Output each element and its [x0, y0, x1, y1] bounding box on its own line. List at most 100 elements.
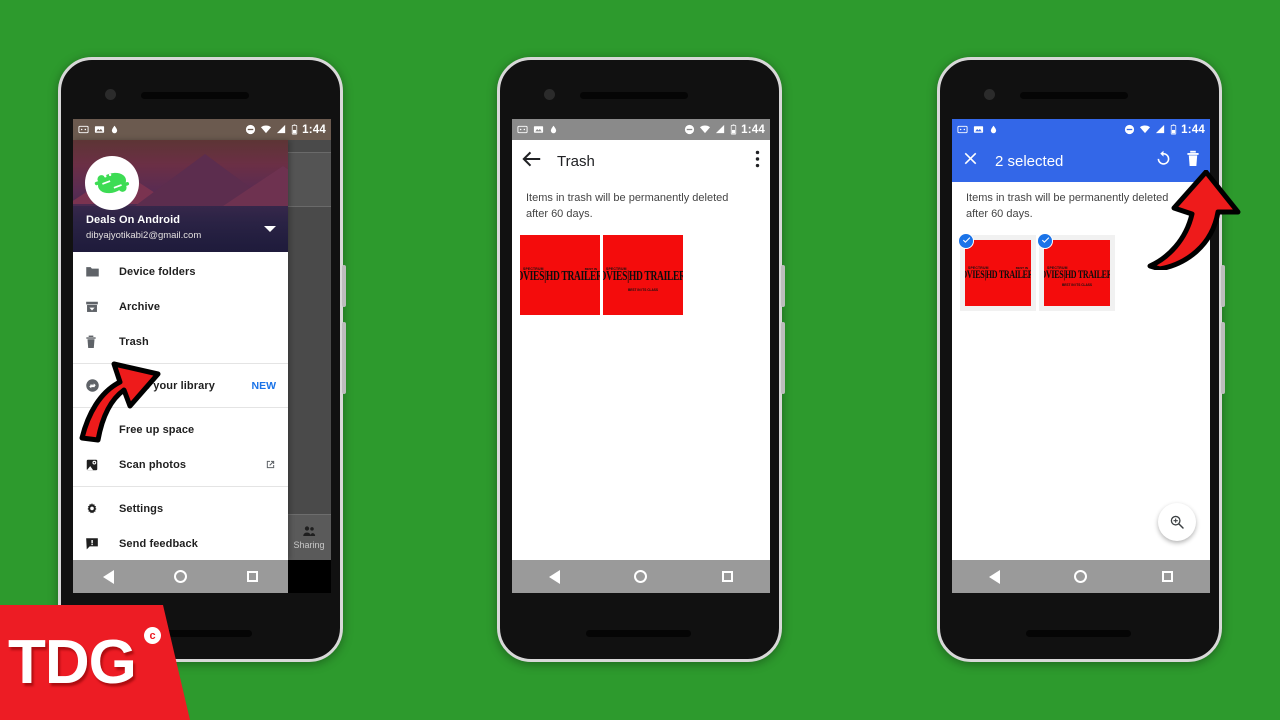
thumbnail-item[interactable]: SPECTRUM BEST IN OVIES|HD TRAILERS|MOVIE… — [520, 234, 600, 315]
avatar[interactable] — [85, 156, 139, 210]
archive-icon — [85, 300, 119, 314]
selected-check-icon[interactable] — [1037, 232, 1053, 249]
power-button[interactable] — [342, 265, 346, 307]
wifi-icon — [700, 125, 711, 134]
trash-thumbnail-grid: SPECTRUM BEST IN OVIES|HD TRAILERS|MOVIE… — [952, 223, 1210, 311]
watermark-text: TDG — [8, 628, 137, 697]
thumbnail-image: SPECTRUM BEST IN OVIES|HD TRAILERS|MOVIE… — [965, 239, 1031, 306]
nav-recents-button[interactable] — [247, 571, 258, 582]
phone-device-1: 1:44 Sharing Deals On Android dibyajyoti… — [58, 57, 346, 662]
menu-item-share-your-library[interactable]: Share your library NEW — [73, 368, 288, 403]
volume-button[interactable] — [781, 322, 785, 394]
free-up-space-icon — [85, 423, 119, 437]
nav-back-button[interactable] — [103, 569, 114, 584]
do-not-disturb-icon — [1125, 124, 1135, 135]
menu-label: Free up space — [119, 423, 195, 436]
menu-item-send-feedback[interactable]: Send feedback — [73, 526, 288, 560]
android-navigation-bar — [952, 560, 1210, 593]
earpiece-speaker — [141, 92, 249, 99]
thumbnail-item-selected[interactable]: SPECTRUM BEST IN OVIES|HD TRAILERS|MOVIE… — [958, 232, 1036, 311]
restore-icon[interactable] — [1155, 150, 1172, 172]
phone-2-screen: 1:44 Trash Items in trash will be perman… — [512, 119, 770, 593]
battery-icon — [1171, 124, 1177, 135]
volume-button[interactable] — [1221, 322, 1225, 394]
chevron-down-icon[interactable] — [264, 226, 276, 232]
power-button[interactable] — [1221, 265, 1225, 307]
search-fab-button[interactable] — [1158, 503, 1196, 541]
thumb-sub-text: BEST IN ITS CLASS — [627, 287, 659, 292]
image-icon — [973, 126, 984, 133]
app-bar: Trash — [512, 140, 770, 182]
back-arrow-icon[interactable] — [522, 151, 541, 172]
close-icon[interactable] — [962, 150, 979, 172]
more-vert-icon[interactable] — [755, 150, 760, 173]
nav-home-button[interactable] — [1074, 570, 1088, 583]
nav-back-button[interactable] — [989, 569, 1001, 584]
selection-count-title: 2 selected — [995, 152, 1064, 170]
android-logo-icon — [94, 172, 130, 194]
menu-badge-new: NEW — [251, 379, 277, 392]
battery-icon — [292, 124, 298, 135]
volume-button[interactable] — [342, 322, 346, 394]
nav-home-button[interactable] — [174, 570, 187, 583]
nav-recents-button[interactable] — [1161, 571, 1173, 582]
thumb-main-text: OVIES|HD TRAILERS|MOVIE RA — [1044, 268, 1110, 282]
menu-item-device-folders[interactable]: Device folders — [73, 254, 288, 289]
status-bar-time: 1:44 — [741, 123, 765, 136]
android-navigation-bar — [73, 560, 331, 593]
nav-home-button[interactable] — [634, 570, 648, 583]
nav-recents-button[interactable] — [721, 571, 733, 582]
status-bar: 1:44 — [73, 119, 331, 140]
menu-item-scan-photos[interactable]: Scan photos — [73, 447, 288, 482]
signal-icon — [1156, 124, 1165, 134]
front-camera-icon — [544, 89, 555, 100]
earpiece-speaker — [580, 92, 688, 99]
trash-thumbnail-grid: SPECTRUM BEST IN OVIES|HD TRAILERS|MOVIE… — [512, 223, 770, 315]
trash-icon — [85, 335, 119, 349]
scan-photos-icon — [85, 458, 119, 472]
thumb-sub-text: BEST IN ITS CLASS — [1061, 283, 1093, 288]
status-bar: 1:44 — [952, 119, 1210, 140]
header-shade — [73, 206, 288, 252]
earpiece-speaker — [1020, 92, 1128, 99]
share-library-icon — [85, 378, 119, 393]
thumb-main-text: OVIES|HD TRAILERS|MOVIE RA — [603, 269, 683, 284]
menu-label: Settings — [119, 502, 164, 515]
menu-divider — [73, 407, 288, 408]
phone-1-screen: 1:44 Sharing Deals On Android dibyajyoti… — [73, 119, 331, 593]
search-zoom-icon — [1170, 515, 1184, 529]
trash-retention-note: Items in trash will be permanently delet… — [526, 192, 729, 220]
copyright-icon: c — [144, 627, 161, 644]
menu-label: Archive — [119, 300, 161, 313]
signal-icon — [277, 124, 286, 134]
status-bar: 1:44 — [512, 119, 770, 140]
menu-label: Share your library — [119, 379, 215, 392]
account-email: dibyajyotikabi2@gmail.com — [86, 230, 202, 241]
do-not-disturb-icon — [246, 124, 256, 135]
front-camera-icon — [105, 89, 116, 100]
menu-item-free-up-space[interactable]: Free up space — [73, 412, 288, 447]
droplet-icon — [111, 125, 118, 134]
folder-icon — [85, 265, 119, 278]
trash-icon[interactable] — [1186, 150, 1200, 172]
selected-check-icon[interactable] — [958, 232, 974, 249]
menu-item-archive[interactable]: Archive — [73, 289, 288, 324]
menu-label: Trash — [119, 335, 149, 348]
external-link-icon[interactable] — [260, 459, 276, 470]
mountain-shape-3 — [223, 166, 288, 206]
thumb-main-text: OVIES|HD TRAILERS|MOVIE RA — [520, 269, 600, 284]
status-bar-time: 1:44 — [1181, 123, 1205, 136]
power-button[interactable] — [781, 265, 785, 307]
screenshot-icon — [957, 125, 968, 134]
battery-icon — [731, 124, 737, 135]
phone-device-2: 1:44 Trash Items in trash will be perman… — [497, 57, 785, 662]
signal-icon — [716, 124, 725, 134]
drawer-menu: Device folders Archive Trash Share your … — [73, 252, 288, 560]
thumbnail-item[interactable]: SPECTRUM OVIES|HD TRAILERS|MOVIE RA BEST… — [603, 234, 683, 315]
nav-back-button[interactable] — [549, 569, 561, 584]
thumb-main-text: OVIES|HD TRAILERS|MOVIE RA — [965, 268, 1031, 282]
menu-item-settings[interactable]: Settings — [73, 491, 288, 526]
thumbnail-item-selected[interactable]: SPECTRUM OVIES|HD TRAILERS|MOVIE RA BEST… — [1037, 232, 1115, 311]
menu-item-trash[interactable]: Trash — [73, 324, 288, 359]
phone-3-screen: 1:44 2 selected Items in trash will be p… — [952, 119, 1210, 593]
